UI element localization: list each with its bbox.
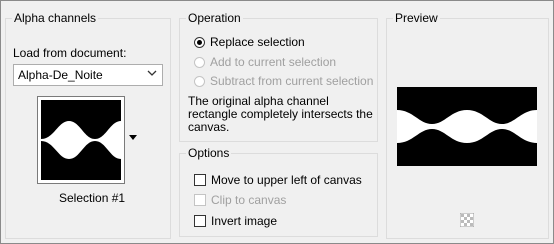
checkbox-label: Move to upper left of canvas — [211, 173, 362, 187]
transparency-checker-icon[interactable] — [459, 212, 475, 228]
radio-label: Subtract from current selection — [210, 74, 374, 88]
alpha-selection-thumbnail[interactable] — [37, 96, 125, 184]
selection-name-label: Selection #1 — [59, 191, 126, 205]
triangle-down-icon[interactable] — [128, 131, 138, 141]
radio-button[interactable] — [194, 75, 205, 87]
checkbox-label: Clip to canvas — [211, 193, 287, 207]
operation-title: Operation — [186, 11, 243, 25]
checkbox-label: Invert image — [211, 214, 278, 228]
checkbox[interactable] — [194, 215, 206, 227]
radio-button[interactable] — [194, 56, 205, 68]
selection-shape — [41, 100, 121, 180]
document-dropdown[interactable]: Alpha-De_Noite — [13, 64, 163, 86]
checkbox[interactable] — [194, 174, 206, 186]
preview-title: Preview — [393, 11, 440, 25]
radio-button[interactable] — [194, 36, 205, 48]
document-dropdown-value: Alpha-De_Noite — [18, 68, 103, 82]
checkbox-move-upper-left[interactable]: Move to upper left of canvas — [194, 173, 362, 187]
options-title: Options — [186, 146, 232, 160]
radio-replace-selection[interactable]: Replace selection — [194, 35, 305, 49]
chevron-down-icon — [147, 68, 157, 81]
preview-image — [397, 87, 537, 166]
radio-label: Add to current selection — [210, 55, 337, 69]
checkbox-clip-to-canvas[interactable]: Clip to canvas — [194, 193, 286, 207]
radio-subtract-from-selection[interactable]: Subtract from current selection — [194, 74, 373, 88]
load-from-document-label: Load from document: — [13, 46, 127, 60]
preview-shape — [397, 87, 537, 166]
radio-label: Replace selection — [210, 35, 305, 49]
alpha-channels-title: Alpha channels — [12, 11, 99, 25]
checkbox-invert-image[interactable]: Invert image — [194, 214, 277, 228]
checkbox[interactable] — [194, 194, 206, 206]
radio-add-to-selection[interactable]: Add to current selection — [194, 55, 336, 69]
intersect-note: The original alpha channel rectangle com… — [188, 94, 373, 134]
